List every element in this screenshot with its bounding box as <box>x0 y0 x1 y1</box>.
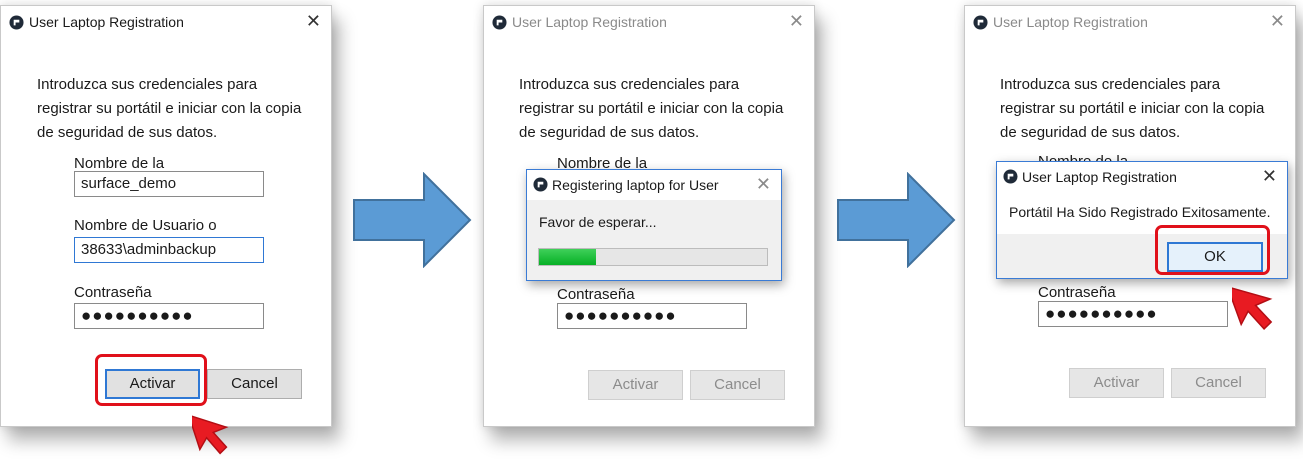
progress-dialog-title: Registering laptop for User <box>552 177 719 193</box>
intro-line-1: Introduzca sus credenciales para <box>1000 76 1221 93</box>
window-title: User Laptop Registration <box>993 14 1148 30</box>
success-dialog-title: User Laptop Registration <box>1022 169 1177 185</box>
intro-line-1: Introduzca sus credenciales para <box>37 76 258 93</box>
app-logo-icon <box>1003 169 1018 184</box>
progress-bar <box>538 248 768 266</box>
close-icon[interactable]: ✕ <box>1270 11 1285 32</box>
window-title: User Laptop Registration <box>512 14 667 30</box>
password-input[interactable]: ●●●●●●●●●● <box>74 303 264 329</box>
password-label: Contraseña <box>74 284 152 301</box>
username-input[interactable]: 38633\adminbackup <box>74 237 264 263</box>
activate-highlight-box <box>95 354 207 406</box>
title-bar: User Laptop Registration ✕ <box>484 6 814 38</box>
progress-dialog-body: Favor de esperar... <box>527 200 781 280</box>
intro-line-2: registrar su portátil e iniciar con la c… <box>37 100 302 117</box>
progress-bar-fill <box>539 249 596 265</box>
success-dialog-title-bar: User Laptop Registration ✕ <box>997 162 1287 192</box>
app-logo-icon <box>9 15 24 30</box>
intro-line-3: de seguridad de sus datos. <box>1000 124 1181 141</box>
domain-input[interactable]: surface_demo <box>74 171 264 197</box>
activate-button[interactable]: Activar <box>1069 368 1164 398</box>
progress-dialog: Registering laptop for User ✕ Favor de e… <box>526 169 782 281</box>
red-cursor-icon <box>192 414 229 455</box>
intro-line-3: de seguridad de sus datos. <box>37 124 218 141</box>
window-title: User Laptop Registration <box>29 14 184 30</box>
intro-line-2: registrar su portátil e iniciar con la c… <box>1000 100 1265 117</box>
close-icon[interactable]: ✕ <box>1262 166 1277 187</box>
intro-line-2: registrar su portátil e iniciar con la c… <box>519 100 784 117</box>
success-message: Portátil Ha Sido Registrado Exitosamente… <box>1009 204 1271 220</box>
app-logo-icon <box>492 15 507 30</box>
app-logo-icon <box>973 15 988 30</box>
cancel-button[interactable]: Cancel <box>690 370 785 400</box>
password-input[interactable]: ●●●●●●●●●● <box>1038 301 1228 327</box>
registration-window-step2: User Laptop Registration ✕ Introduzca su… <box>483 5 815 427</box>
progress-dialog-title-bar: Registering laptop for User ✕ <box>527 170 781 200</box>
progress-message: Favor de esperar... <box>539 214 657 230</box>
activate-button[interactable]: Activar <box>588 370 683 400</box>
intro-line-3: de seguridad de sus datos. <box>519 124 700 141</box>
password-input[interactable]: ●●●●●●●●●● <box>557 303 747 329</box>
step-arrow-icon <box>353 172 472 268</box>
ok-highlight-box <box>1155 225 1270 275</box>
username-label: Nombre de Usuario o <box>74 217 217 234</box>
step-arrow-icon <box>837 172 956 268</box>
title-bar: User Laptop Registration ✕ <box>965 6 1295 38</box>
intro-line-1: Introduzca sus credenciales para <box>519 76 740 93</box>
title-bar: User Laptop Registration ✕ <box>1 6 331 38</box>
registration-window-step3: User Laptop Registration ✕ Introduzca su… <box>964 5 1296 427</box>
cancel-button[interactable]: Cancel <box>1171 368 1266 398</box>
cancel-button[interactable]: Cancel <box>207 369 302 399</box>
app-logo-icon <box>533 177 548 192</box>
red-cursor-icon <box>1232 285 1273 330</box>
close-icon[interactable]: ✕ <box>756 174 771 195</box>
close-icon[interactable]: ✕ <box>306 11 321 32</box>
close-icon[interactable]: ✕ <box>789 11 804 32</box>
